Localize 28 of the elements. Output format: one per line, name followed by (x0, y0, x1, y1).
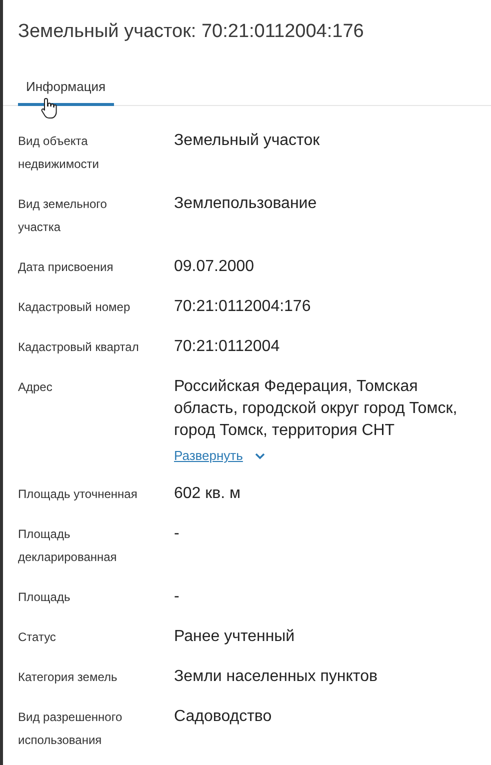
field-label: Площадь (18, 589, 72, 606)
field-label: Кадастровый номер (18, 299, 132, 316)
field-value: Садоводство (174, 707, 273, 727)
field-value: Ранее учтенный (174, 627, 296, 647)
field-label: Кадастровый квартал (18, 339, 140, 356)
expand-link[interactable]: Развернуть (174, 446, 243, 466)
field-value: 09.07.2000 (174, 257, 256, 277)
field-value: Земли населенных пунктов (174, 667, 378, 687)
field-label: Статус (18, 629, 57, 646)
field-label: Площадь уточненная (18, 486, 138, 503)
field-label: Категория земель (18, 669, 118, 686)
field-value: - (174, 587, 180, 607)
field-value: 602 кв. м (174, 484, 242, 504)
panel-title: Земельный участок: 70:21:0112004:176 (17, 20, 365, 44)
field-value: 70:21:0112004:176 (174, 297, 312, 317)
field-value: Землепользование (174, 194, 318, 214)
field-value: - (174, 524, 180, 544)
hand-cursor-icon (41, 97, 57, 119)
field-value: 70:21:0112004 (174, 337, 281, 357)
field-label: Площадь декларированная (18, 526, 118, 566)
field-label: Дата присвоения (18, 259, 114, 276)
field-label: Вид земельного участка (18, 196, 108, 236)
chevron-down-icon (254, 452, 265, 460)
field-value: Российская Федерация, Томская область, городской округ город Томск, город Томск, территория СНТ (174, 377, 458, 441)
field-label: Вид объекта недвижимости (18, 133, 100, 173)
field-label: Адрес (18, 379, 54, 396)
field-label: Вид разрешенного использования (18, 709, 124, 749)
field-value: Земельный участок (174, 131, 321, 151)
